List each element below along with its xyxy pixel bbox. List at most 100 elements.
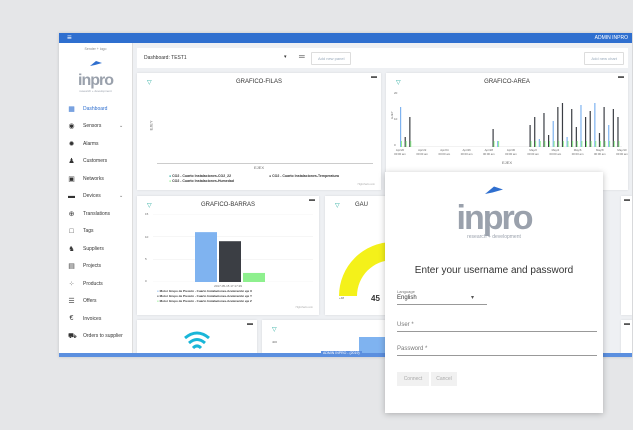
area-spike	[535, 141, 537, 147]
sidebar-item-projects[interactable]: ▤ Projects	[59, 258, 132, 276]
chart-card-gauge: ▽ GAU +48 45	[325, 196, 391, 315]
login-dialog: inpro research + development Enter your …	[385, 172, 603, 413]
legend-item[interactable]: ● CO2 - Cuarto Instalaciones-Temperatura	[269, 174, 339, 178]
area-spike	[599, 141, 601, 147]
x-tick: May/2 00:00 am	[527, 148, 540, 156]
legend-item[interactable]: ● CO2 - Cuarto Instalaciones-Humedad	[169, 179, 234, 183]
chevron-down-icon: ⌄	[119, 193, 124, 200]
orders-icon: ⛟	[68, 332, 77, 340]
gauge-min-label: +48	[339, 296, 345, 300]
area-spike	[576, 141, 578, 147]
sidebar-item-invoices[interactable]: € Invoices	[59, 310, 132, 328]
sidebar-item-label: Products	[83, 280, 103, 287]
card-menu-icon[interactable]: ▬	[624, 197, 630, 203]
x-tick: May/4 00:00 am	[549, 148, 562, 156]
sidebar-item-label: Devices	[83, 193, 101, 200]
sidebar-item-devices[interactable]: ▬ Devices ⌄	[59, 188, 132, 206]
sidebar-item-label: Orders to supplier	[83, 333, 123, 340]
dashboard-dropdown-icon[interactable]: ▾	[284, 54, 287, 60]
dashboard-menu-icon[interactable]: ═	[299, 52, 305, 61]
y-tick: 0	[145, 279, 147, 283]
alarm-icon: ✹	[68, 140, 75, 148]
connect-button[interactable]: Connect	[397, 372, 429, 386]
sidebar-item-customers[interactable]: ♟ Customers	[59, 153, 132, 171]
wifi-icon	[184, 331, 210, 350]
dashboard-toolbar: Dashboard: TEST1 ▾ ═ Add new panel Add n…	[137, 48, 628, 68]
x-tick: Apr/22 00:00 am	[416, 148, 429, 156]
password-field[interactable]: Password *	[397, 346, 427, 352]
sidebar-item-networks[interactable]: ▣ Networks	[59, 170, 132, 188]
password-underline	[397, 355, 597, 356]
sidebar-item-label: Offers	[83, 298, 97, 305]
chart-credit: Highcharts.com	[357, 183, 375, 186]
gauge-arc	[339, 242, 391, 296]
area-spike	[498, 141, 500, 147]
collapse-triangle-icon[interactable]: ▽	[272, 326, 277, 333]
sidebar-item-orders-to-supplier[interactable]: ⛟ Orders to supplier	[59, 328, 132, 346]
card-menu-icon[interactable]: ▬	[618, 74, 624, 80]
sidebar-item-sensors[interactable]: ◉ Sensors ⌄	[59, 118, 132, 136]
card-menu-icon[interactable]: ▬	[371, 74, 377, 80]
y-tick: 10	[394, 117, 398, 121]
network-status-card: ▬	[137, 320, 257, 357]
area-spike	[405, 141, 407, 147]
sidebar-item-offers[interactable]: ☰ Offers	[59, 293, 132, 311]
sidebar-item-dashboard[interactable]: ▦ Dashboard	[59, 100, 132, 118]
admin-user-label[interactable]: ADMIN INPRO	[595, 33, 628, 43]
area-chart-plot	[400, 103, 622, 147]
card-menu-icon[interactable]: ▬	[624, 321, 630, 327]
chevron-down-icon[interactable]: ▾	[471, 294, 474, 301]
chart-credit: Highcharts.com	[295, 306, 313, 309]
area-spike	[493, 141, 495, 147]
sidebar: Sender + logo inpro research + developme…	[59, 43, 133, 353]
language-select[interactable]: English	[397, 295, 417, 301]
chevron-down-icon: ⌄	[119, 123, 124, 130]
products-icon: ⁘	[68, 280, 75, 288]
y-tick: 400	[272, 340, 278, 344]
chart-title: GRAFICO-FILAS	[235, 79, 282, 85]
area-spike	[558, 141, 560, 147]
offers-icon: ☰	[68, 298, 75, 306]
sidebar-item-tags[interactable]: □ Tags	[59, 223, 132, 241]
area-spike	[567, 141, 569, 147]
legend-item[interactable]: ● Motor Grupo de Presión - Cuarto Instal…	[157, 299, 252, 303]
area-spike	[580, 105, 582, 147]
legend-item[interactable]: ● CO2 - Cuarto Instalaciones-CO2_22	[169, 174, 231, 178]
sidebar-item-products[interactable]: ⁘ Products	[59, 275, 132, 293]
language-label: Language	[397, 289, 415, 294]
area-spike	[604, 141, 606, 147]
sidebar-item-label: Dashboard	[83, 105, 108, 112]
top-bar: ≡ ADMIN INPRO	[59, 33, 632, 43]
menu-icon[interactable]: ≡	[67, 33, 72, 43]
login-heading: Enter your username and password	[414, 265, 574, 276]
cancel-button[interactable]: Cancel	[431, 372, 457, 386]
bar[interactable]	[219, 241, 241, 282]
sidebar-item-label: Sensors	[83, 123, 102, 130]
y-tick: 15	[145, 212, 149, 216]
add-chart-button[interactable]: Add new chart	[584, 52, 624, 65]
x-axis-label: EJEX	[501, 160, 512, 165]
sidebar-item-translations[interactable]: ⊕ Translations	[59, 205, 132, 223]
devices-icon: ▬	[68, 192, 75, 200]
sidebar-item-label: Suppliers	[83, 245, 104, 252]
sidebar-item-label: Translations	[83, 210, 111, 217]
sidebar-item-suppliers[interactable]: ♞ Suppliers	[59, 240, 132, 258]
bar[interactable]	[195, 232, 217, 282]
sidebar-item-label: Networks	[83, 175, 104, 182]
x-tick: 2017-05-15 17:17:29	[214, 284, 242, 288]
user-field[interactable]: User *	[397, 322, 414, 328]
login-logo: inpro research + development	[385, 184, 603, 240]
area-spike	[410, 141, 412, 147]
sidebar-item-alarms[interactable]: ✹ Alarms	[59, 135, 132, 153]
add-panel-button[interactable]: Add new panel	[311, 52, 352, 65]
card-menu-icon[interactable]: ▬	[309, 197, 315, 203]
collapse-triangle-icon[interactable]: ▽	[335, 202, 340, 209]
sidebar-item-label: Projects	[83, 263, 102, 270]
bar[interactable]	[243, 272, 265, 282]
area-spike	[561, 103, 564, 147]
legend-item[interactable]: ● Motor Grupo de Presión - Cuarto Instal…	[157, 289, 252, 293]
card-menu-icon[interactable]: ▬	[247, 321, 253, 327]
x-tick: Apr/30 00:00 am	[505, 148, 517, 156]
x-tick: May/10 00:00 am	[616, 148, 628, 156]
legend-item[interactable]: ● Motor Grupo de Presión - Cuarto Instal…	[157, 294, 252, 298]
